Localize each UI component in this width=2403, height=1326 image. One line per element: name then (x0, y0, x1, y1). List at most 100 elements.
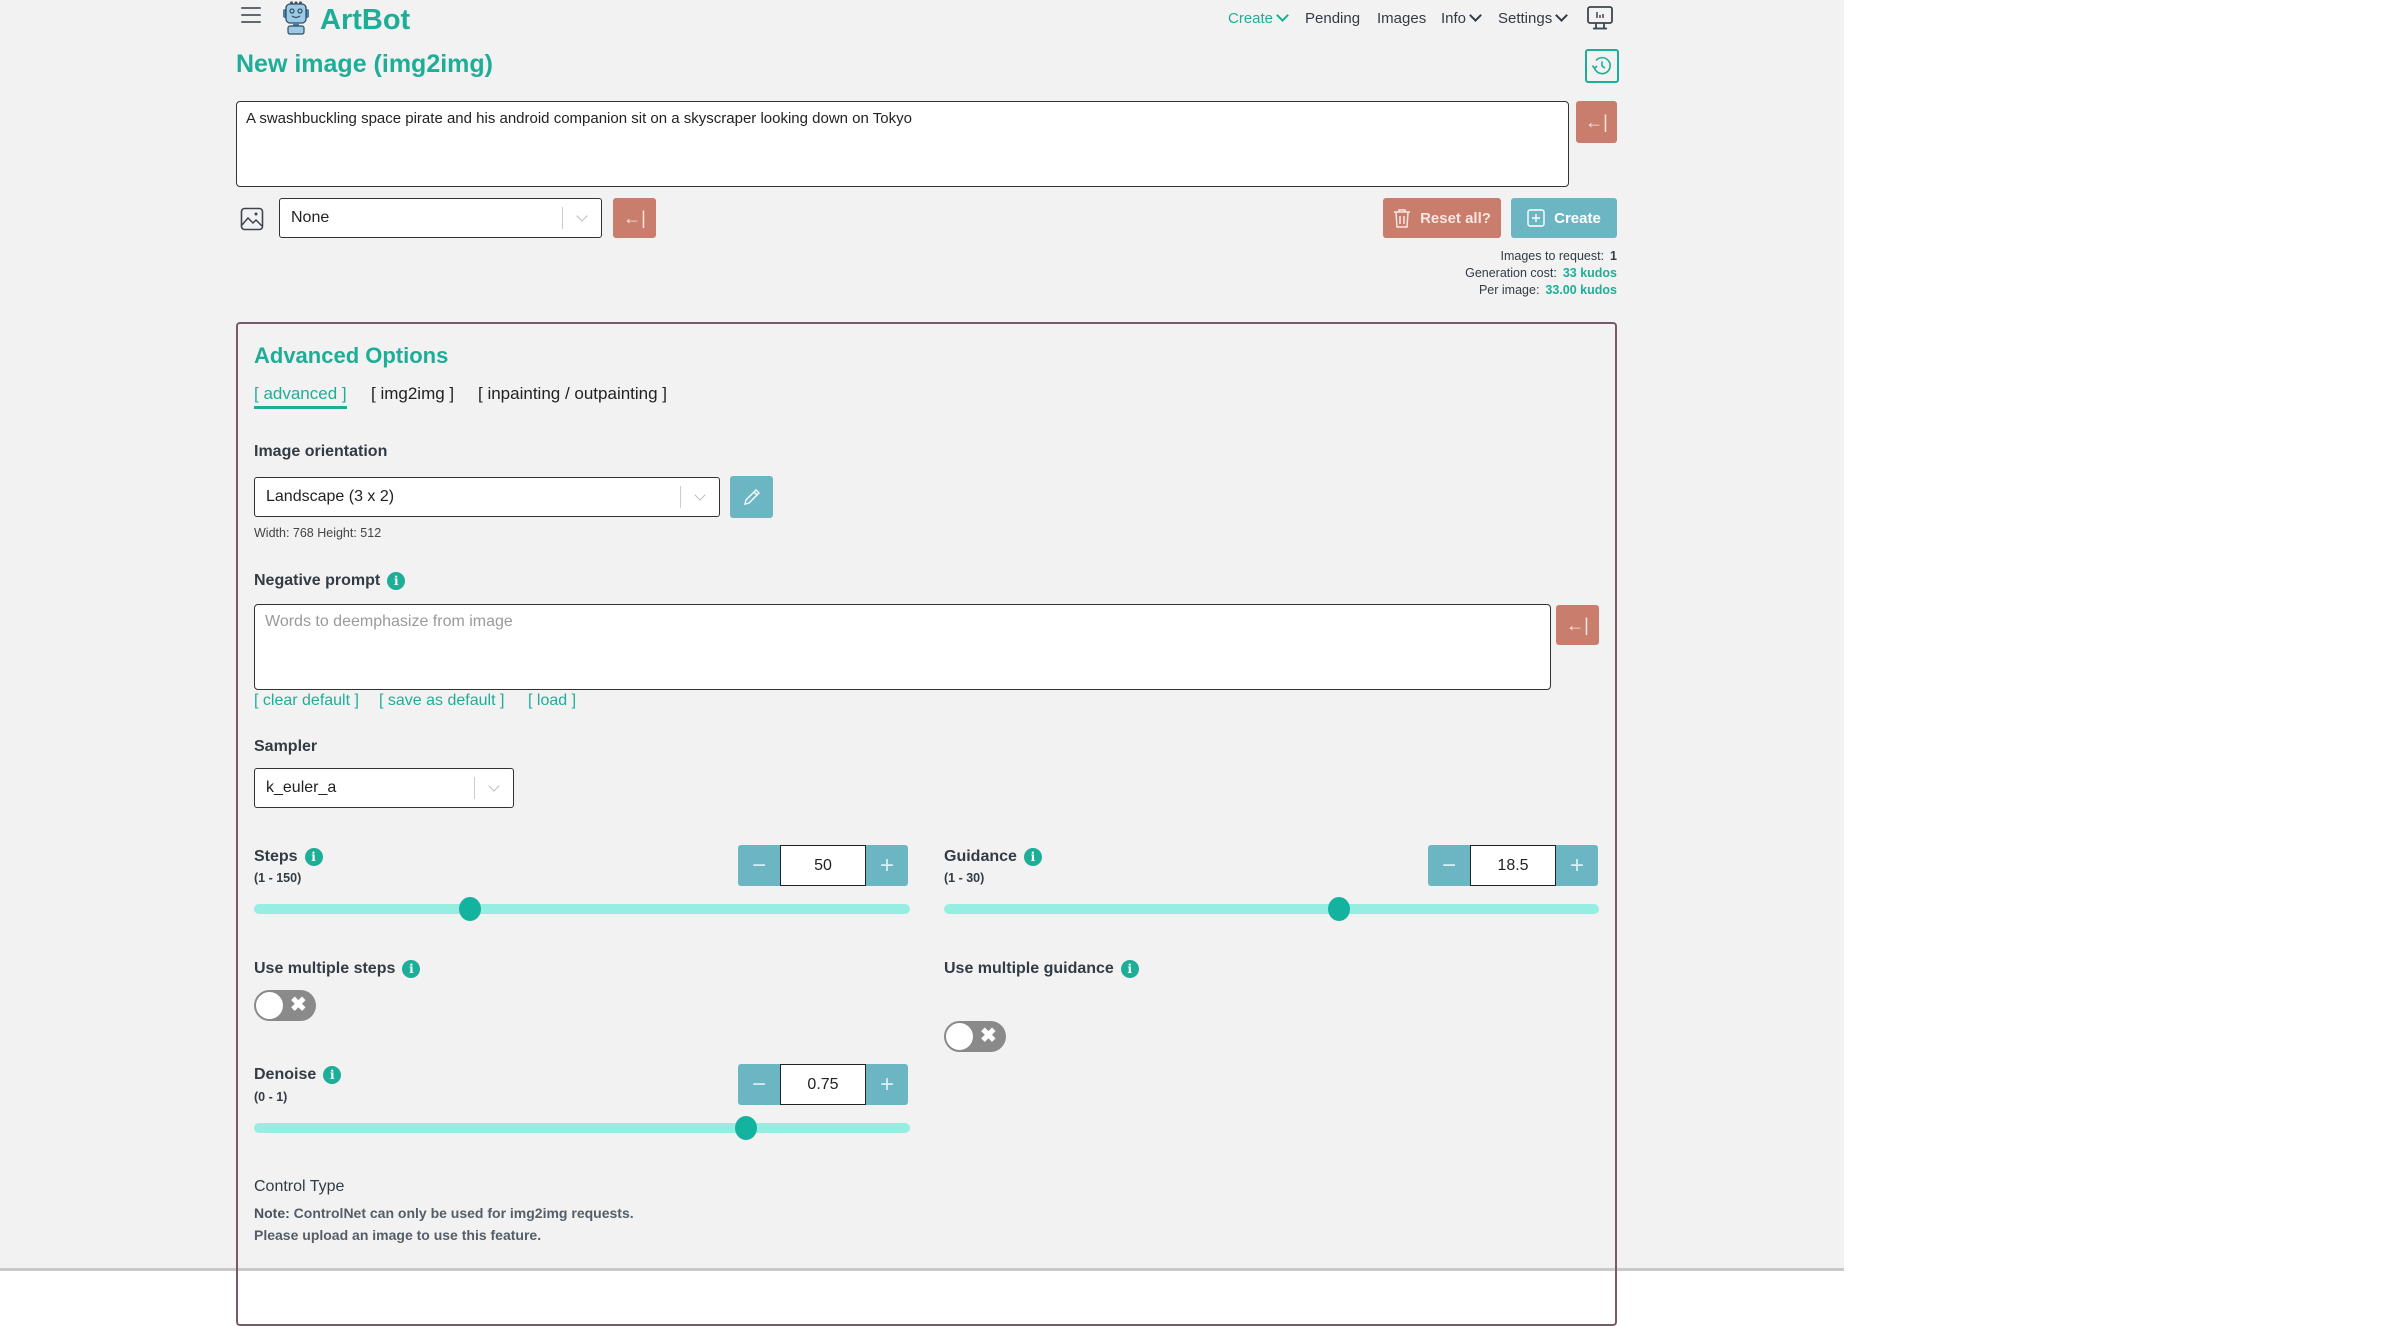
sampler-label: Sampler (254, 738, 318, 755)
info-icon[interactable]: i (323, 1066, 342, 1084)
style-select-value: None (291, 209, 330, 226)
chevron-down-icon (1469, 9, 1482, 22)
guidance-slider-track[interactable] (944, 904, 1599, 914)
note-text: ControlNet can only be used for img2img … (254, 1205, 634, 1243)
nav-settings-label: Settings (1498, 10, 1553, 27)
sampler-select[interactable]: k_euler_a (254, 768, 514, 808)
load-link[interactable]: [ load ] (528, 692, 576, 710)
steps-slider-thumb[interactable] (458, 897, 481, 921)
edit-dimensions-button[interactable] (730, 476, 773, 518)
trash-icon (1394, 209, 1411, 228)
create-button[interactable]: Create (1511, 198, 1617, 238)
hamburger-menu-icon[interactable] (241, 7, 261, 25)
controlnet-note: Note: ControlNet can only be used for im… (254, 1203, 654, 1246)
steps-label-text: Steps (254, 848, 298, 865)
note-bold: Note: (254, 1205, 290, 1221)
steps-increment-button[interactable]: + (866, 845, 908, 886)
toggle-knob (255, 991, 284, 1020)
nav-create[interactable]: Create (1228, 9, 1289, 29)
steps-input[interactable] (780, 845, 866, 886)
tab-advanced[interactable]: [ advanced ] (254, 383, 347, 409)
tab-img2img[interactable]: [ img2img ] (371, 383, 454, 405)
restore-style-button[interactable]: ←| (613, 198, 656, 238)
prompt-input[interactable] (236, 101, 1569, 187)
per-image-value: 33.00 kudos (1545, 283, 1617, 297)
restore-negative-prompt-button[interactable]: ←| (1556, 605, 1599, 645)
guidance-range: (1 - 30) (944, 871, 985, 885)
info-icon[interactable]: i (1023, 848, 1042, 866)
x-icon: ✖ (980, 1025, 997, 1047)
nav-info-label: Info (1441, 10, 1467, 27)
multi-steps-label-text: Use multiple steps (254, 960, 396, 977)
history-button[interactable] (1585, 49, 1619, 83)
chevron-down-icon (563, 210, 601, 222)
multi-steps-label: Use multiple steps i (254, 958, 421, 980)
orientation-select-value: Landscape (3 x 2) (266, 488, 395, 505)
info-icon[interactable]: i (387, 572, 406, 590)
images-to-request: Images to request: 1 (1501, 248, 1617, 265)
reset-all-button[interactable]: Reset all? (1383, 198, 1501, 238)
style-select[interactable]: None (279, 198, 602, 238)
nav-settings[interactable]: Settings (1498, 9, 1569, 29)
info-icon[interactable]: i (304, 848, 323, 866)
robot-logo-icon[interactable] (279, 1, 313, 35)
x-icon: ✖ (290, 994, 307, 1016)
steps-decrement-button[interactable]: − (738, 845, 780, 886)
images-to-request-value: 1 (1610, 249, 1617, 263)
nav-info[interactable]: Info (1441, 9, 1482, 29)
guidance-input[interactable] (1470, 845, 1556, 886)
monitor-icon[interactable] (1586, 5, 1614, 31)
steps-range: (1 - 150) (254, 871, 302, 885)
guidance-decrement-button[interactable]: − (1428, 845, 1470, 886)
reset-all-label: Reset all? (1420, 209, 1491, 227)
image-icon (240, 207, 264, 231)
negative-prompt-label-text: Negative prompt (254, 572, 381, 589)
plus-icon: + (879, 1070, 894, 1098)
multi-guidance-toggle[interactable]: ✖ (944, 1021, 1006, 1052)
steps-slider-track[interactable] (254, 904, 910, 914)
clear-default-link[interactable]: [ clear default ] (254, 692, 359, 710)
images-to-request-label: Images to request: (1500, 249, 1605, 263)
plus-icon: + (879, 851, 894, 879)
chevron-down-icon (681, 489, 719, 501)
toggle-knob (945, 1022, 974, 1051)
denoise-label-text: Denoise (254, 1066, 317, 1083)
save-as-default-link[interactable]: [ save as default ] (379, 692, 504, 710)
denoise-input[interactable] (780, 1064, 866, 1105)
generation-cost-label: Generation cost: (1465, 266, 1557, 280)
plus-icon: + (1569, 851, 1584, 879)
denoise-label: Denoise i (254, 1064, 342, 1086)
arrow-left-bar-icon: ←| (1585, 111, 1608, 132)
per-image-cost: Per image: 33.00 kudos (1479, 282, 1617, 299)
minus-icon: − (751, 851, 766, 879)
guidance-increment-button[interactable]: + (1556, 845, 1598, 886)
denoise-increment-button[interactable]: + (866, 1064, 908, 1105)
guidance-label: Guidance i (944, 846, 1042, 868)
info-icon[interactable]: i (1120, 960, 1139, 978)
guidance-label-text: Guidance (944, 848, 1017, 865)
restore-prompt-button[interactable]: ←| (1576, 101, 1617, 143)
history-icon (1591, 56, 1611, 75)
multi-guidance-label: Use multiple guidance i (944, 958, 1139, 980)
steps-label: Steps i (254, 846, 323, 868)
denoise-slider-track[interactable] (254, 1123, 910, 1133)
negative-prompt-input[interactable] (254, 604, 1551, 690)
denoise-decrement-button[interactable]: − (738, 1064, 780, 1105)
tab-inpainting[interactable]: [ inpainting / outpainting ] (478, 383, 667, 405)
multi-steps-toggle[interactable]: ✖ (254, 990, 316, 1021)
multi-guidance-label-text: Use multiple guidance (944, 960, 1114, 977)
info-icon[interactable]: i (402, 960, 421, 978)
orientation-select[interactable]: Landscape (3 x 2) (254, 477, 720, 517)
nav-images[interactable]: Images (1377, 9, 1426, 29)
create-label: Create (1554, 209, 1601, 227)
arrow-left-bar-icon: ←| (1566, 614, 1589, 635)
minus-icon: − (1441, 851, 1456, 879)
chevron-down-icon (1555, 9, 1569, 22)
orientation-label: Image orientation (254, 443, 388, 460)
chevron-down-icon (1276, 9, 1289, 22)
denoise-range: (0 - 1) (254, 1090, 288, 1104)
denoise-slider-thumb[interactable] (735, 1116, 757, 1140)
brand-name[interactable]: ArtBot (320, 2, 410, 38)
nav-pending[interactable]: Pending (1305, 9, 1360, 29)
dimensions-text: Width: 768 Height: 512 (254, 526, 382, 540)
